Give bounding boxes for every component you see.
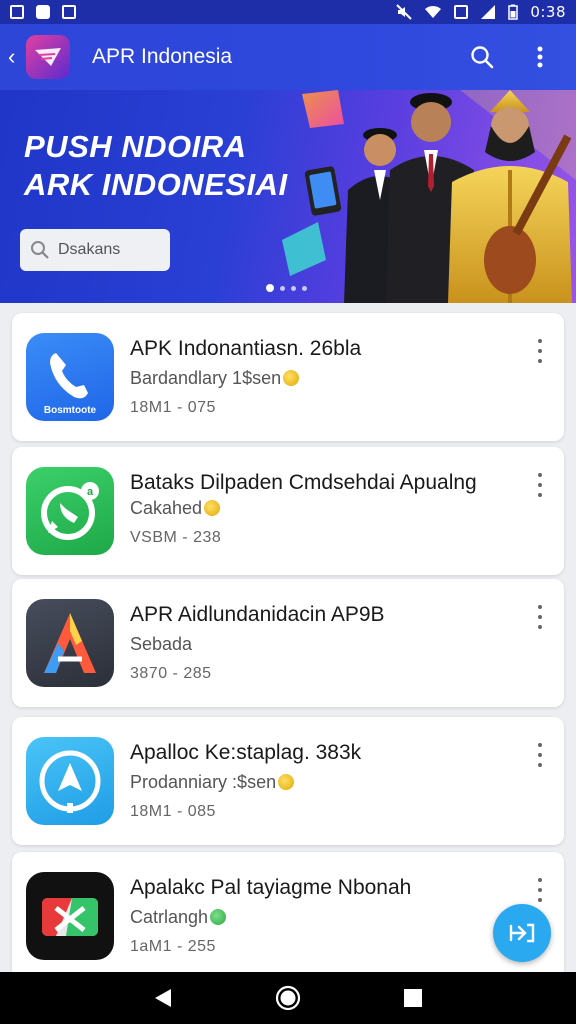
banner-search-input[interactable]: Dsakans	[20, 229, 170, 271]
more-vert-icon	[537, 46, 543, 68]
banner-title-line-2: ARK INDONESIAI	[24, 167, 288, 202]
app-icon: Bosmtoote	[26, 333, 114, 421]
item-more-button[interactable]	[530, 603, 550, 631]
message-notification-icon	[62, 5, 76, 19]
mute-icon	[396, 4, 413, 20]
nav-home-button[interactable]	[273, 983, 303, 1013]
nav-recents-icon	[404, 989, 423, 1007]
video-edit-icon	[42, 898, 98, 936]
app-icon-label: Bosmtoote	[44, 405, 97, 416]
more-options-button[interactable]	[522, 39, 558, 75]
app-meta: VSBM - 238	[130, 529, 222, 546]
app-meta: 1aM1 - 255	[130, 938, 216, 955]
app-subtitle: Sebada	[130, 634, 193, 654]
coin-icon	[278, 774, 295, 790]
app-icon	[26, 872, 114, 960]
navigation-icon	[39, 750, 101, 813]
status-bar: 0:38	[0, 0, 576, 24]
coin-icon	[204, 500, 221, 516]
phone-icon: Bosmtoote	[44, 353, 97, 416]
page-title: APR Indonesia	[92, 45, 233, 68]
app-title: Apalakc Pal tayiagme Nbonah	[130, 876, 412, 899]
app-icon: a	[26, 467, 114, 555]
list-item[interactable]: Apalakc Pal tayiagme Nbonah Catrlangh 1a…	[12, 852, 564, 980]
signal-icon	[481, 5, 496, 19]
back-arrow-icon[interactable]: ‹	[8, 44, 24, 70]
gallery-notification-icon	[10, 5, 24, 19]
logo-icon	[35, 48, 61, 66]
app-title: Bataks Dilpaden Cmdsehdai Apualng	[130, 471, 477, 494]
nav-back-icon	[154, 989, 171, 1007]
app-subtitle: Catrlangh	[130, 907, 209, 927]
list-item[interactable]: a Bataks Dilpaden Cmdsehdai Apualng Caka…	[12, 447, 564, 575]
app-subtitle: Cakahed	[130, 498, 203, 518]
promo-banner[interactable]: PUSH NDOIRA ARK INDONESIAI Dsakans	[0, 90, 576, 303]
search-icon	[471, 46, 494, 69]
status-time: 0:38	[530, 3, 566, 21]
app-icon	[26, 737, 114, 825]
battery-icon	[508, 4, 519, 20]
whatsapp-icon: a	[41, 482, 99, 540]
app-meta: 18M1 - 075	[130, 399, 216, 416]
carousel-dot[interactable]	[291, 285, 296, 291]
svg-text:a: a	[87, 486, 94, 498]
search-button[interactable]	[464, 39, 500, 75]
app-notification-icon	[36, 5, 50, 19]
floating-action-button[interactable]	[493, 904, 551, 962]
nav-home-icon	[275, 985, 301, 1011]
item-more-button[interactable]	[530, 741, 550, 769]
banner-title-line-1: PUSH NDOIRA	[24, 129, 247, 164]
carousel-dot[interactable]	[266, 284, 274, 292]
a-logo-icon	[44, 613, 96, 673]
app-subtitle: Bardandlary 1$sen	[130, 368, 282, 388]
list-item[interactable]: APR Aidlundanidacin AP9B Sebada 3870 - 2…	[12, 579, 564, 707]
app-title: Apalloc Ke:staplag. 383k	[130, 741, 362, 764]
list-item[interactable]: Bosmtoote APK Indonantiasn. 26bla Bardan…	[12, 313, 564, 441]
item-more-button[interactable]	[530, 337, 550, 365]
item-more-button[interactable]	[530, 471, 550, 499]
app-title: APR Aidlundanidacin AP9B	[130, 603, 385, 626]
coin-icon	[283, 370, 300, 386]
carousel-dot[interactable]	[302, 285, 307, 291]
carousel-indicator	[266, 284, 307, 292]
system-nav-bar	[0, 972, 576, 1024]
search-icon	[31, 241, 49, 259]
banner-title: PUSH NDOIRA ARK INDONESIAI	[24, 128, 288, 204]
app-bar: ‹ APR Indonesia	[0, 24, 576, 90]
app-subtitle: Prodanniary :$sen	[130, 772, 277, 792]
alarm-icon	[454, 5, 469, 19]
app-icon	[26, 599, 114, 687]
app-logo	[26, 35, 70, 79]
carousel-dot[interactable]	[280, 285, 285, 291]
banner-search-placeholder: Dsakans	[58, 241, 121, 258]
wifi-icon	[425, 5, 442, 18]
app-meta: 18M1 - 085	[130, 803, 216, 820]
nav-recents-button[interactable]	[398, 983, 428, 1013]
list-item[interactable]: Apalloc Ke:staplag. 383k Prodanniary :$s…	[12, 717, 564, 845]
share-icon	[509, 923, 535, 943]
item-more-button[interactable]	[530, 876, 550, 904]
nav-back-button[interactable]	[148, 983, 178, 1013]
verified-badge-icon	[210, 909, 227, 925]
app-title: APK Indonantiasn. 26bla	[130, 337, 362, 360]
app-meta: 3870 - 285	[130, 665, 212, 682]
